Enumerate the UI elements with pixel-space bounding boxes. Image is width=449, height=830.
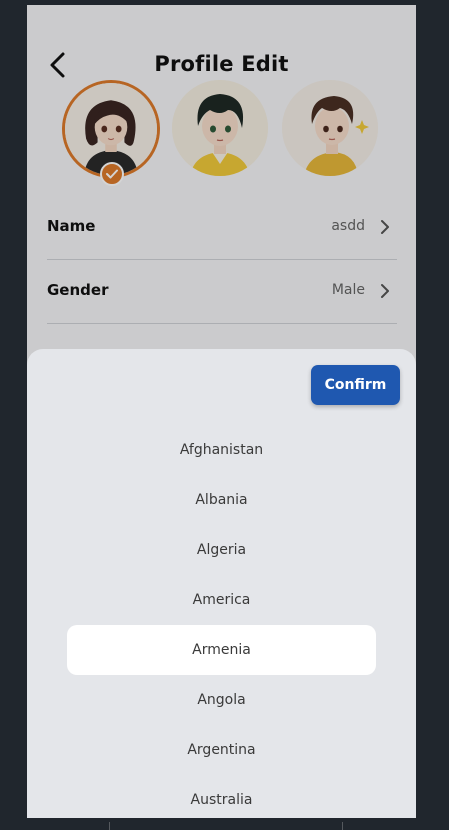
picker-option[interactable]: Algeria <box>27 525 416 575</box>
bottom-divider <box>342 822 343 830</box>
bottom-divider <box>109 822 110 830</box>
picker-option[interactable]: Angola <box>27 675 416 725</box>
profile-edit-screen: Profile Edit Name asdd Gender Male Confi… <box>27 5 416 818</box>
picker-option[interactable]: Albania <box>27 475 416 525</box>
country-picker-sheet: Confirm Afghanistan Albania Algeria Amer… <box>27 349 416 818</box>
picker-option[interactable]: Argentina <box>27 725 416 775</box>
picker-option[interactable]: Australia <box>27 775 416 818</box>
picker-option-selected[interactable]: Armenia <box>27 625 416 675</box>
bottom-bar <box>0 818 449 830</box>
confirm-button[interactable]: Confirm <box>311 365 400 405</box>
picker-option[interactable]: Afghanistan <box>27 425 416 475</box>
picker-option[interactable]: America <box>27 575 416 625</box>
